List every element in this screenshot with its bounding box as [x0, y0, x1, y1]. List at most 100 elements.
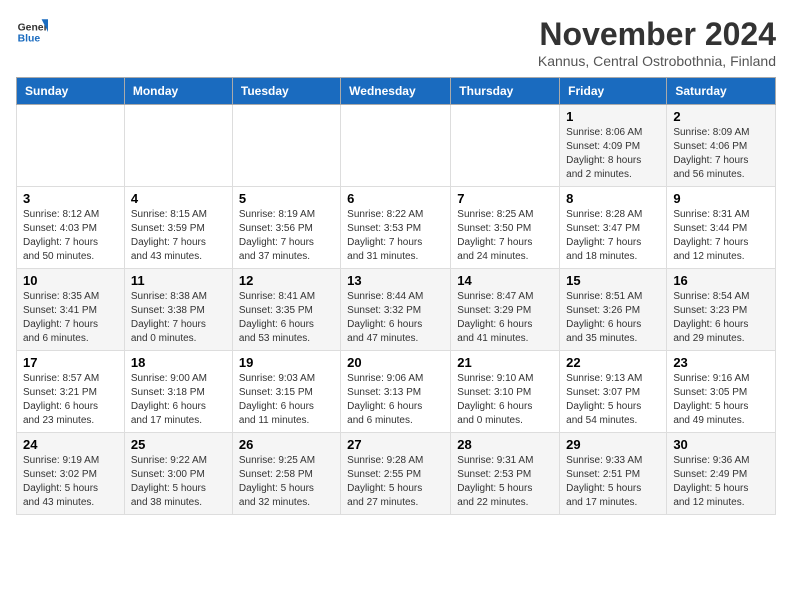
day-info: Sunrise: 8:54 AM Sunset: 3:23 PM Dayligh… [673, 290, 769, 346]
day-info: Sunrise: 9:06 AM Sunset: 3:13 PM Dayligh… [347, 372, 444, 428]
day-info: Sunrise: 9:16 AM Sunset: 3:05 PM Dayligh… [673, 372, 769, 428]
day-number: 27 [347, 437, 444, 452]
calendar-week-row: 17Sunrise: 8:57 AM Sunset: 3:21 PM Dayli… [17, 351, 776, 433]
day-info: Sunrise: 9:25 AM Sunset: 2:58 PM Dayligh… [239, 454, 334, 510]
calendar-table: SundayMondayTuesdayWednesdayThursdayFrid… [16, 77, 776, 515]
day-info: Sunrise: 9:22 AM Sunset: 3:00 PM Dayligh… [131, 454, 226, 510]
calendar-cell: 30 Sunrise: 9:36 AM Sunset: 2:49 PM Dayli… [667, 433, 776, 515]
calendar-cell: 13 Sunrise: 8:44 AM Sunset: 3:32 PM Dayli… [341, 269, 451, 351]
calendar-cell [341, 105, 451, 187]
day-number: 25 [131, 437, 226, 452]
svg-text:Blue: Blue [18, 34, 41, 45]
day-info: Sunrise: 9:28 AM Sunset: 2:55 PM Dayligh… [347, 454, 444, 510]
day-info: Sunrise: 9:33 AM Sunset: 2:51 PM Dayligh… [566, 454, 660, 510]
day-number: 18 [131, 355, 226, 370]
calendar-cell: 9 Sunrise: 8:31 AM Sunset: 3:44 PM Daylig… [667, 187, 776, 269]
calendar-cell: 24 Sunrise: 9:19 AM Sunset: 3:02 PM Dayli… [17, 433, 125, 515]
calendar-header-row: SundayMondayTuesdayWednesdayThursdayFrid… [17, 78, 776, 105]
day-number: 13 [347, 273, 444, 288]
calendar-cell: 27 Sunrise: 9:28 AM Sunset: 2:55 PM Dayli… [341, 433, 451, 515]
day-info: Sunrise: 9:36 AM Sunset: 2:49 PM Dayligh… [673, 454, 769, 510]
title-section: November 2024 Kannus, Central Ostrobothn… [538, 16, 776, 69]
day-info: Sunrise: 8:47 AM Sunset: 3:29 PM Dayligh… [457, 290, 553, 346]
day-number: 12 [239, 273, 334, 288]
day-info: Sunrise: 9:00 AM Sunset: 3:18 PM Dayligh… [131, 372, 226, 428]
calendar-cell: 12 Sunrise: 8:41 AM Sunset: 3:35 PM Dayli… [232, 269, 340, 351]
day-number: 20 [347, 355, 444, 370]
calendar-cell: 19 Sunrise: 9:03 AM Sunset: 3:15 PM Dayli… [232, 351, 340, 433]
day-info: Sunrise: 8:09 AM Sunset: 4:06 PM Dayligh… [673, 126, 769, 182]
day-number: 1 [566, 109, 660, 124]
calendar-cell [124, 105, 232, 187]
day-info: Sunrise: 8:28 AM Sunset: 3:47 PM Dayligh… [566, 208, 660, 264]
day-header-thursday: Thursday [451, 78, 560, 105]
svg-text:General: General [18, 22, 48, 33]
calendar-cell [232, 105, 340, 187]
day-number: 23 [673, 355, 769, 370]
day-info: Sunrise: 8:15 AM Sunset: 3:59 PM Dayligh… [131, 208, 226, 264]
day-header-saturday: Saturday [667, 78, 776, 105]
day-info: Sunrise: 8:57 AM Sunset: 3:21 PM Dayligh… [23, 372, 118, 428]
calendar-week-row: 10Sunrise: 8:35 AM Sunset: 3:41 PM Dayli… [17, 269, 776, 351]
calendar-cell: 8Sunrise: 8:28 AM Sunset: 3:47 PM Daylig… [560, 187, 667, 269]
day-info: Sunrise: 8:38 AM Sunset: 3:38 PM Dayligh… [131, 290, 226, 346]
day-info: Sunrise: 8:12 AM Sunset: 4:03 PM Dayligh… [23, 208, 118, 264]
day-header-friday: Friday [560, 78, 667, 105]
day-header-sunday: Sunday [17, 78, 125, 105]
day-number: 14 [457, 273, 553, 288]
day-number: 3 [23, 191, 118, 206]
day-info: Sunrise: 9:13 AM Sunset: 3:07 PM Dayligh… [566, 372, 660, 428]
day-number: 11 [131, 273, 226, 288]
calendar-cell: 1Sunrise: 8:06 AM Sunset: 4:09 PM Daylig… [560, 105, 667, 187]
calendar-cell [451, 105, 560, 187]
calendar-cell: 4 Sunrise: 8:15 AM Sunset: 3:59 PM Daylig… [124, 187, 232, 269]
day-number: 26 [239, 437, 334, 452]
day-number: 28 [457, 437, 553, 452]
day-number: 2 [673, 109, 769, 124]
day-number: 24 [23, 437, 118, 452]
day-info: Sunrise: 8:31 AM Sunset: 3:44 PM Dayligh… [673, 208, 769, 264]
day-number: 30 [673, 437, 769, 452]
header: General Blue November 2024 Kannus, Centr… [16, 16, 776, 69]
calendar-week-row: 3 Sunrise: 8:12 AM Sunset: 4:03 PM Daylig… [17, 187, 776, 269]
day-info: Sunrise: 9:03 AM Sunset: 3:15 PM Dayligh… [239, 372, 334, 428]
day-info: Sunrise: 9:31 AM Sunset: 2:53 PM Dayligh… [457, 454, 553, 510]
day-number: 22 [566, 355, 660, 370]
calendar-cell: 15Sunrise: 8:51 AM Sunset: 3:26 PM Dayli… [560, 269, 667, 351]
calendar-cell: 16 Sunrise: 8:54 AM Sunset: 3:23 PM Dayli… [667, 269, 776, 351]
calendar-cell: 6Sunrise: 8:22 AM Sunset: 3:53 PM Daylig… [341, 187, 451, 269]
day-number: 4 [131, 191, 226, 206]
calendar-body: 1Sunrise: 8:06 AM Sunset: 4:09 PM Daylig… [17, 105, 776, 515]
day-info: Sunrise: 8:44 AM Sunset: 3:32 PM Dayligh… [347, 290, 444, 346]
calendar-cell [17, 105, 125, 187]
day-number: 29 [566, 437, 660, 452]
calendar-cell: 22 Sunrise: 9:13 AM Sunset: 3:07 PM Dayli… [560, 351, 667, 433]
day-number: 7 [457, 191, 553, 206]
day-number: 19 [239, 355, 334, 370]
calendar-cell: 20 Sunrise: 9:06 AM Sunset: 3:13 PM Dayli… [341, 351, 451, 433]
day-number: 15 [566, 273, 660, 288]
day-info: Sunrise: 9:19 AM Sunset: 3:02 PM Dayligh… [23, 454, 118, 510]
logo: General Blue [16, 16, 48, 48]
calendar-cell: 11 Sunrise: 8:38 AM Sunset: 3:38 PM Dayli… [124, 269, 232, 351]
calendar-cell: 5Sunrise: 8:19 AM Sunset: 3:56 PM Daylig… [232, 187, 340, 269]
calendar-cell: 17Sunrise: 8:57 AM Sunset: 3:21 PM Dayli… [17, 351, 125, 433]
location-title: Kannus, Central Ostrobothnia, Finland [538, 53, 776, 69]
calendar-cell: 14 Sunrise: 8:47 AM Sunset: 3:29 PM Dayli… [451, 269, 560, 351]
calendar-cell: 21 Sunrise: 9:10 AM Sunset: 3:10 PM Dayli… [451, 351, 560, 433]
calendar-cell: 10Sunrise: 8:35 AM Sunset: 3:41 PM Dayli… [17, 269, 125, 351]
calendar-cell: 23 Sunrise: 9:16 AM Sunset: 3:05 PM Dayli… [667, 351, 776, 433]
day-number: 10 [23, 273, 118, 288]
day-number: 9 [673, 191, 769, 206]
day-info: Sunrise: 9:10 AM Sunset: 3:10 PM Dayligh… [457, 372, 553, 428]
logo-icon: General Blue [16, 16, 48, 48]
day-info: Sunrise: 8:41 AM Sunset: 3:35 PM Dayligh… [239, 290, 334, 346]
day-header-tuesday: Tuesday [232, 78, 340, 105]
day-header-monday: Monday [124, 78, 232, 105]
calendar-cell: 18 Sunrise: 9:00 AM Sunset: 3:18 PM Dayli… [124, 351, 232, 433]
day-number: 21 [457, 355, 553, 370]
day-number: 5 [239, 191, 334, 206]
day-info: Sunrise: 8:22 AM Sunset: 3:53 PM Dayligh… [347, 208, 444, 264]
day-number: 16 [673, 273, 769, 288]
calendar-cell: 2 Sunrise: 8:09 AM Sunset: 4:06 PM Daylig… [667, 105, 776, 187]
